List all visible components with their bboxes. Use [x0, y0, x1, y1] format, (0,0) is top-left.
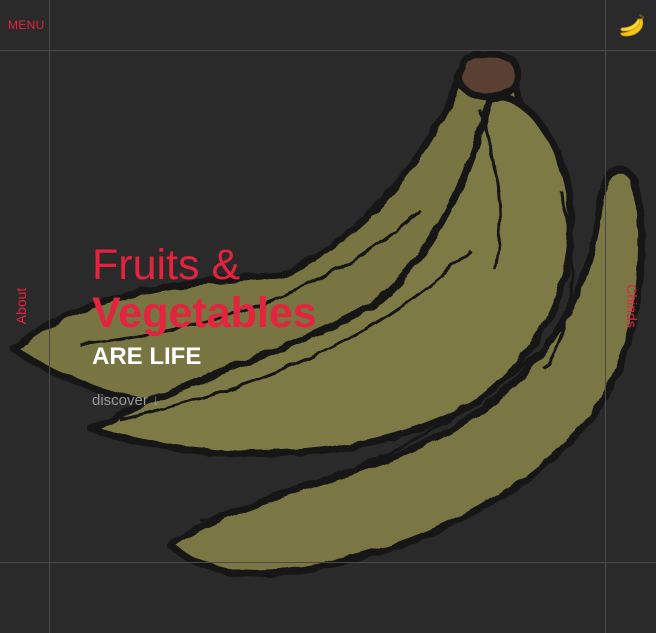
grid-line-bottom: [0, 562, 656, 563]
side-nav-about[interactable]: About: [13, 288, 29, 325]
banana-icon[interactable]: [618, 13, 646, 39]
side-nav-right-link[interactable]: Chinds: [624, 284, 640, 328]
hero-title-line1: Fruits &: [92, 241, 241, 289]
hero-title-line2: Vegetables: [92, 289, 317, 337]
hero-stage: MENU About Chinds Fruits & Vegetables AR…: [0, 0, 656, 633]
grid-line-left: [49, 0, 50, 633]
grid-line-top: [0, 50, 656, 51]
grid-line-right: [605, 0, 606, 633]
menu-button[interactable]: MENU: [8, 18, 45, 32]
hero-text: Fruits & Vegetables ARE LIFE: [92, 242, 317, 372]
discover-link[interactable]: discover ↓: [92, 392, 160, 409]
hero-subtitle: ARE LIFE: [92, 343, 202, 370]
